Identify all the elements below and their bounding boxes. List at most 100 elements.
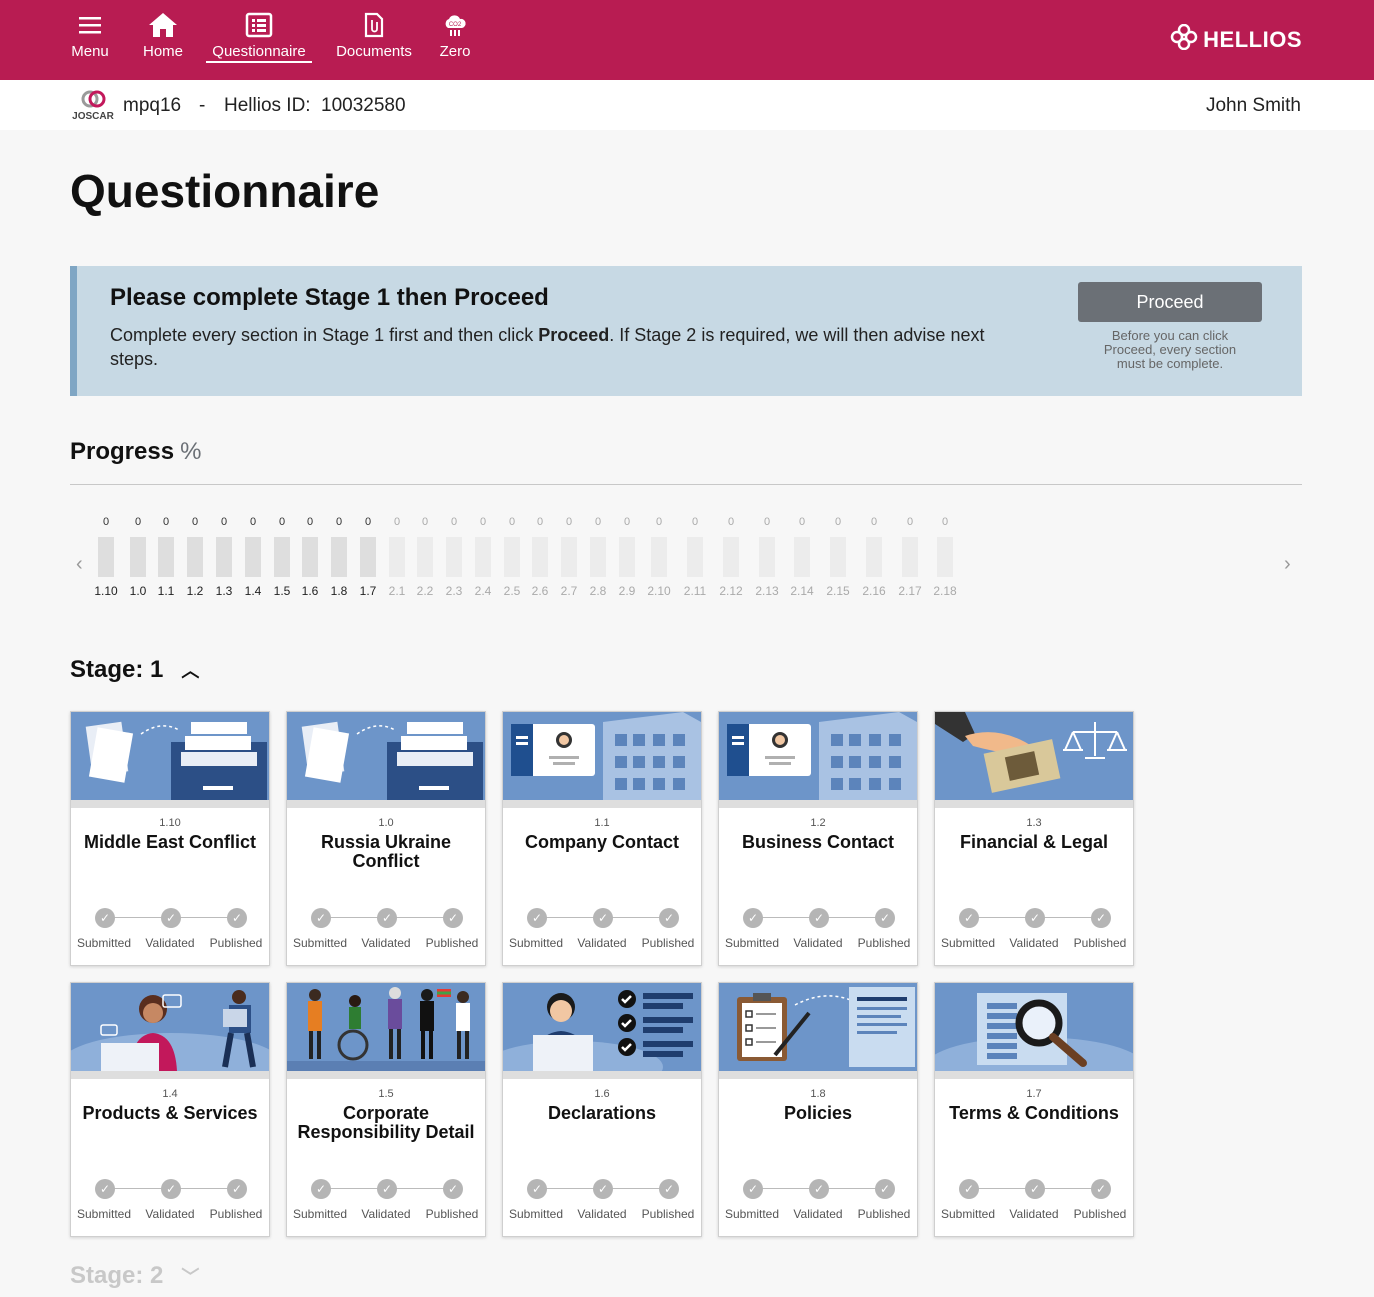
section-card-1-7[interactable]: 1.7 Terms & Conditions ✓ ✓ ✓ Submitted Validat… — [934, 982, 1134, 1237]
progress-bar-2-10[interactable]: 0 2.10 — [644, 516, 674, 598]
progress-label: 2.12 — [719, 584, 743, 598]
progress-bar-fill — [504, 537, 520, 577]
check-icon: ✓ — [95, 1179, 115, 1199]
brand-name: HELLIOS — [1203, 27, 1302, 52]
section-card-1-6[interactable]: 1.6 Declarations ✓ ✓ ✓ Submitted Validated Publ… — [502, 982, 702, 1237]
section-card-1-10[interactable]: 1.10 Middle East Conflict ✓ ✓ ✓ Submitted Vali… — [70, 711, 270, 966]
progress-value: 0 — [102, 516, 110, 528]
nav-zero[interactable]: CO2 Zero — [434, 10, 476, 60]
progress-bar-2-2[interactable]: 0 2.2 — [410, 516, 440, 598]
published-label: Published — [209, 936, 263, 950]
progress-bar-2-3[interactable]: 0 2.3 — [439, 516, 469, 598]
progress-bar-1-4[interactable]: 0 1.4 — [238, 516, 268, 598]
progress-bar-fill — [446, 537, 462, 577]
card-title: Business Contact — [741, 832, 895, 852]
chevron-up-icon[interactable]: ︿ — [181, 657, 199, 683]
section-card-1-8[interactable]: 1.8 Policies ✓ ✓ ✓ Submitted Validated Publishe… — [718, 982, 918, 1237]
progress-bar-1-3[interactable]: 0 1.3 — [209, 516, 239, 598]
progress-bar-1-1[interactable]: 0 1.1 — [151, 516, 181, 598]
chevron-down-icon[interactable]: ﹀ — [181, 1263, 199, 1289]
progress-value: 0 — [941, 516, 949, 528]
progress-bar-2-9[interactable]: 0 2.9 — [612, 516, 642, 598]
status-labels: Submitted Validated Published — [935, 1207, 1135, 1223]
check-icon: ✓ — [311, 1179, 331, 1199]
progress-bar-2-13[interactable]: 0 2.13 — [752, 516, 782, 598]
proceed-banner: Please complete Stage 1 then Proceed Com… — [70, 266, 1302, 396]
account-bar: JOSCAR mpq16 - Hellios ID: 10032580 John… — [0, 80, 1374, 130]
validated-label: Validated — [1009, 1207, 1059, 1221]
progress-bar-2-15[interactable]: 0 2.15 — [823, 516, 853, 598]
hellios-mark-icon — [1169, 23, 1199, 56]
check-icon: ✓ — [875, 908, 895, 928]
hellios-id-value: 10032580 — [321, 95, 406, 116]
section-card-1-3[interactable]: 1.3 Financial & Legal ✓ ✓ ✓ Submitted Validate… — [934, 711, 1134, 966]
card-status-strip — [503, 800, 701, 808]
progress-bar-1-8[interactable]: 0 1.8 — [324, 516, 354, 598]
progress-prev-arrow[interactable]: ‹ — [76, 553, 83, 576]
progress-bar-2-12[interactable]: 0 2.12 — [716, 516, 746, 598]
progress-bar-1-6[interactable]: 0 1.6 — [295, 516, 325, 598]
list-icon — [206, 10, 312, 40]
progress-bar-2-14[interactable]: 0 2.14 — [787, 516, 817, 598]
svg-text:CO2: CO2 — [449, 22, 462, 28]
progress-bar-2-18[interactable]: 0 2.18 — [930, 516, 960, 598]
progress-value: 0 — [278, 516, 286, 528]
card-title: Company Contact — [524, 832, 679, 852]
nav-documents[interactable]: Documents — [332, 10, 416, 60]
section-card-1-5[interactable]: 1.5 Corporate Responsibility Detail ✓ ✓ ✓ Sub… — [286, 982, 486, 1237]
hellios-logo[interactable]: HELLIOS — [1169, 23, 1302, 56]
progress-value: 0 — [565, 516, 573, 528]
card-section-number: 1.0 — [378, 817, 394, 829]
progress-bar-2-5[interactable]: 0 2.5 — [497, 516, 527, 598]
progress-bar-fill — [866, 537, 882, 577]
progress-bar-2-11[interactable]: 0 2.11 — [680, 516, 710, 598]
progress-bar-2-1[interactable]: 0 2.1 — [382, 516, 412, 598]
divider — [70, 484, 1302, 485]
progress-bar-2-7[interactable]: 0 2.7 — [554, 516, 584, 598]
progress-bar-1-10[interactable]: 0 1.10 — [91, 516, 121, 598]
nav-home[interactable]: Home — [138, 10, 188, 60]
progress-bar-1-2[interactable]: 0 1.2 — [180, 516, 210, 598]
user-name[interactable]: John Smith — [1206, 95, 1301, 117]
validated-label: Validated — [793, 936, 843, 950]
proceed-button[interactable]: Proceed — [1078, 282, 1262, 322]
submitted-label: Submitted — [940, 1207, 996, 1221]
card-status-strip — [503, 1071, 701, 1079]
progress-label: 2.16 — [862, 584, 886, 598]
status-stepper: ✓ ✓ ✓ — [503, 908, 703, 928]
stage-1-heading[interactable]: Stage: 1 ︿ — [70, 656, 199, 684]
progress-value: 0 — [594, 516, 602, 528]
progress-bar-1-0[interactable]: 0 1.0 — [123, 516, 153, 598]
section-card-1-0[interactable]: 1.0 Russia Ukraine Conflict ✓ ✓ ✓ Submitted Va… — [286, 711, 486, 966]
progress-value: 0 — [655, 516, 663, 528]
progress-bar-fill — [687, 537, 703, 577]
progress-bar-1-5[interactable]: 0 1.5 — [267, 516, 297, 598]
submitted-label: Submitted — [508, 1207, 564, 1221]
stage-2-label: Stage: 2 — [70, 1262, 164, 1289]
progress-bar-2-8[interactable]: 0 2.8 — [583, 516, 613, 598]
nav-menu[interactable]: Menu — [66, 10, 114, 60]
progress-value: 0 — [870, 516, 878, 528]
progress-bar-fill — [98, 537, 114, 577]
progress-bar-2-16[interactable]: 0 2.16 — [859, 516, 889, 598]
card-section-number: 1.7 — [1026, 1088, 1042, 1100]
card-status-strip — [935, 800, 1133, 808]
progress-bar-fill — [759, 537, 775, 577]
progress-label: 1.2 — [186, 584, 204, 598]
account-name: mpq16 — [123, 95, 182, 116]
progress-label: 1.0 — [129, 584, 147, 598]
progress-bar-2-4[interactable]: 0 2.4 — [468, 516, 498, 598]
diverse-people-illustration — [287, 983, 485, 1071]
section-card-1-4[interactable]: 1.4 Products & Services ✓ ✓ ✓ Submitted Valida… — [70, 982, 270, 1237]
progress-bar-1-7[interactable]: 0 1.7 — [353, 516, 383, 598]
check-icon: ✓ — [1091, 1179, 1111, 1199]
progress-bar-2-17[interactable]: 0 2.17 — [895, 516, 925, 598]
section-card-1-2[interactable]: 1.2 Business Contact ✓ ✓ ✓ Submitted Validated… — [718, 711, 918, 966]
check-icon: ✓ — [743, 1179, 763, 1199]
section-card-1-1[interactable]: 1.1 Company Contact ✓ ✓ ✓ Submitted Validated P… — [502, 711, 702, 966]
progress-bar-2-6[interactable]: 0 2.6 — [525, 516, 555, 598]
progress-next-arrow[interactable]: › — [1284, 553, 1291, 576]
stage-2-heading[interactable]: Stage: 2 ﹀ — [70, 1262, 199, 1290]
nav-questionnaire[interactable]: Questionnaire — [206, 10, 312, 63]
progress-label: 1.8 — [330, 584, 348, 598]
